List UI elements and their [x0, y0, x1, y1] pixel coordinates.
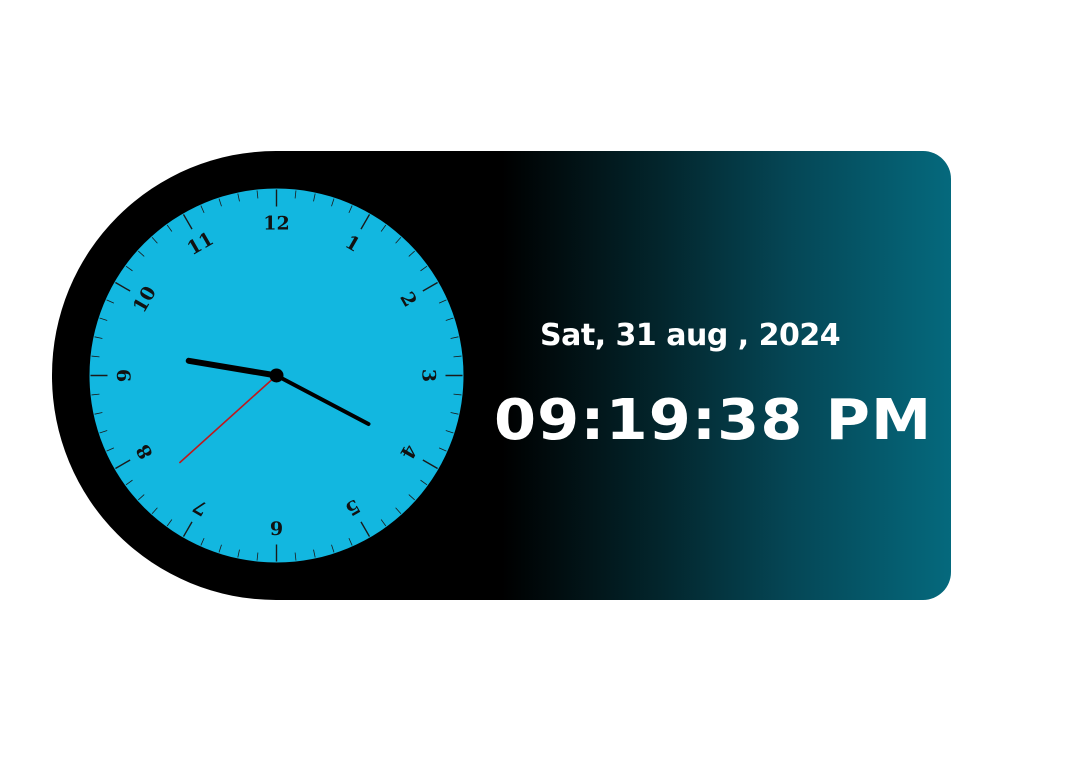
numeral-9: 9	[114, 369, 136, 382]
digital-time-display: 09:19:38 PM	[494, 388, 933, 453]
analog-clock: 12 1 2 3 4 5 6 7 8 9 10 11	[89, 188, 464, 563]
numeral-6: 6	[270, 517, 283, 539]
clock-dial: 121234567891011	[89, 188, 464, 563]
numeral-12: 12	[263, 213, 289, 235]
date-display: Sat, 31 aug , 2024	[540, 318, 841, 353]
center-pin	[269, 368, 284, 383]
numeral-3: 3	[418, 369, 440, 382]
